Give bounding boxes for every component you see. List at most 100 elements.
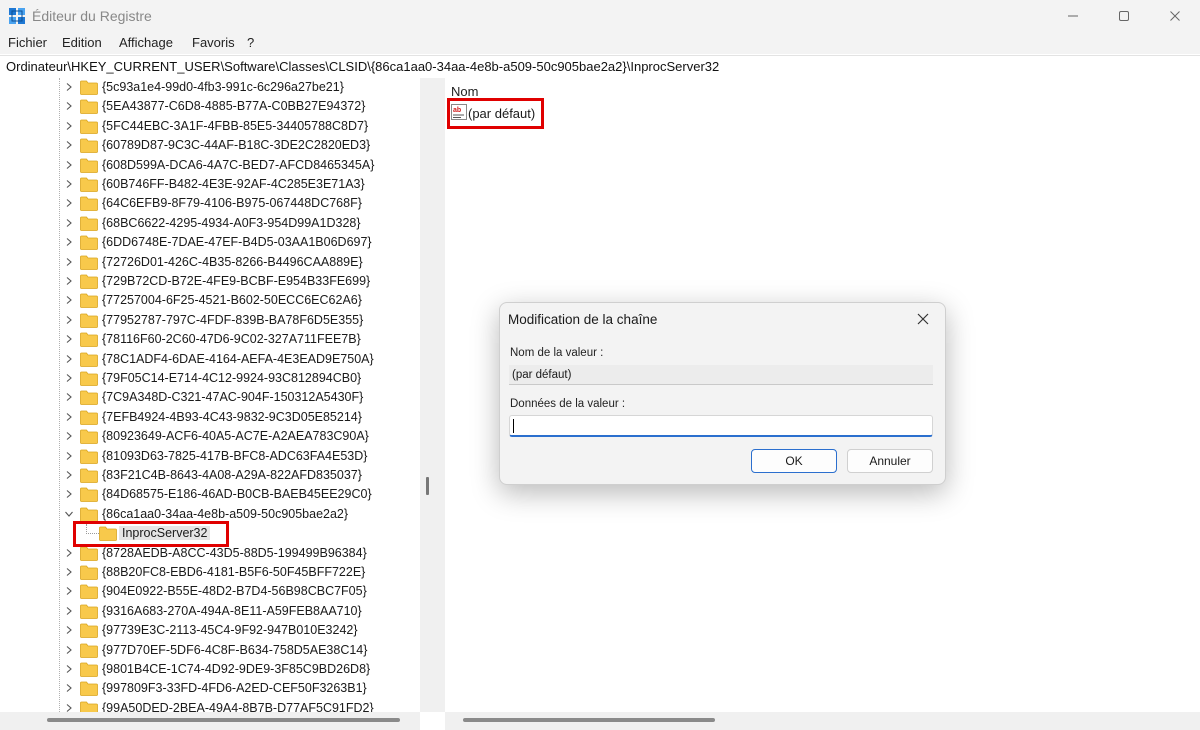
chevron-right-icon[interactable]: [64, 625, 74, 635]
menu-help[interactable]: ?: [247, 35, 254, 50]
chevron-right-icon[interactable]: [64, 451, 74, 461]
tree-item[interactable]: {5FC44EBC-3A1F-4FBB-85E5-34405788C8D7}: [0, 117, 420, 136]
tree-item-label: {9316A683-270A-494A-8E11-A59FEB8AA710}: [102, 603, 362, 618]
chevron-right-icon[interactable]: [64, 82, 74, 92]
tree-item[interactable]: {88B20FC8-EBD6-4181-B5F6-50F45BFF722E}: [0, 563, 420, 582]
minimize-button[interactable]: [1050, 0, 1096, 32]
tree-item[interactable]: {7EFB4924-4B93-4C43-9832-9C3D05E85214}: [0, 408, 420, 427]
tree-item[interactable]: {84D68575-E186-46AD-B0CB-BAEB45EE29C0}: [0, 485, 420, 504]
chevron-right-icon[interactable]: [64, 606, 74, 616]
menu-edition[interactable]: Edition: [62, 35, 102, 50]
tree-item[interactable]: {83F21C4B-8643-4A08-A29A-822AFD835037}: [0, 466, 420, 485]
folder-icon: [80, 449, 98, 464]
tree-item-label: {88B20FC8-EBD6-4181-B5F6-50F45BFF722E}: [102, 565, 366, 579]
tree-item[interactable]: {977D70EF-5DF6-4C8F-B634-758D5AE38C14}: [0, 641, 420, 660]
tree-scroll-thumb[interactable]: [47, 718, 400, 722]
folder-icon: [80, 274, 98, 289]
chevron-right-icon[interactable]: [64, 160, 74, 170]
tree-item[interactable]: {64C6EFB9-8F79-4106-B975-067448DC768F}: [0, 194, 420, 213]
chevron-right-icon[interactable]: [64, 586, 74, 596]
chevron-right-icon[interactable]: [64, 548, 74, 558]
chevron-right-icon[interactable]: [64, 703, 74, 712]
chevron-right-icon[interactable]: [64, 664, 74, 674]
tree-item-label: {99A50DED-2BEA-49A4-8B7B-D77AF5C91FD2}: [102, 700, 374, 712]
folder-icon: [80, 255, 98, 270]
chevron-right-icon[interactable]: [64, 257, 74, 267]
tree-item[interactable]: {6DD6748E-7DAE-47EF-B4D5-03AA1B06D697}: [0, 233, 420, 252]
tree-item[interactable]: {608D599A-DCA6-4A7C-BED7-AFCD8465345A}: [0, 156, 420, 175]
chevron-right-icon[interactable]: [64, 237, 74, 247]
column-header-name[interactable]: Nom: [451, 84, 478, 99]
ok-button[interactable]: OK: [751, 449, 837, 473]
chevron-right-icon[interactable]: [64, 218, 74, 228]
tree-item[interactable]: {5EA43877-C6D8-4885-B77A-C0BB27E94372}: [0, 97, 420, 116]
dialog-close-button[interactable]: [901, 303, 945, 335]
chevron-right-icon[interactable]: [64, 140, 74, 150]
tree-item[interactable]: {729B72CD-B72E-4FE9-BCBF-E954B33FE699}: [0, 272, 420, 291]
tree-item-label: {77952787-797C-4FDF-839B-BA78F6D5E355}: [102, 312, 364, 327]
values-scroll-thumb[interactable]: [463, 718, 715, 722]
chevron-right-icon[interactable]: [64, 354, 74, 364]
folder-icon: [80, 371, 98, 386]
tree-item-label: {904E0922-B55E-48D2-B7D4-56B98CBC7F05}: [102, 584, 367, 599]
tree-item-label: {84D68575-E186-46AD-B0CB-BAEB45EE29C0}: [102, 487, 372, 502]
tree-item-label: {81093D63-7825-417B-BFC8-ADC63FA4E53D}: [102, 448, 368, 463]
folder-icon: [80, 119, 98, 134]
tree-item-label: {5EA43877-C6D8-4885-B77A-C0BB27E94372}: [102, 99, 366, 114]
chevron-right-icon[interactable]: [64, 645, 74, 655]
chevron-right-icon[interactable]: [64, 179, 74, 189]
chevron-right-icon[interactable]: [64, 334, 74, 344]
tree-item[interactable]: {9801B4CE-1C74-4D92-9DE9-3F85C9BD26D8}: [0, 660, 420, 679]
tree-item[interactable]: {7C9A348D-C321-47AC-904F-150312A5430F}: [0, 388, 420, 407]
tree-item[interactable]: {60B746FF-B482-4E3E-92AF-4C285E3E71A3}: [0, 175, 420, 194]
key-tree-pane[interactable]: {5c93a1e4-99d0-4fb3-991c-6c296a27be21} {5…: [0, 78, 420, 712]
address-bar[interactable]: Ordinateur\HKEY_CURRENT_USER\Software\Cl…: [0, 55, 1200, 79]
chevron-right-icon[interactable]: [64, 431, 74, 441]
tree-item[interactable]: {78C1ADF4-6DAE-4164-AEFA-4E3EAD9E750A}: [0, 350, 420, 369]
tree-item[interactable]: {904E0922-B55E-48D2-B7D4-56B98CBC7F05}: [0, 582, 420, 601]
cancel-button[interactable]: Annuler: [847, 449, 933, 473]
value-data-input[interactable]: [509, 415, 933, 437]
chevron-right-icon[interactable]: [64, 683, 74, 693]
close-window-button[interactable]: [1152, 0, 1198, 32]
tree-item[interactable]: {72726D01-426C-4B35-8266-B4496CAA889E}: [0, 253, 420, 272]
chevron-right-icon[interactable]: [64, 276, 74, 286]
folder-icon: [80, 429, 98, 445]
chevron-down-icon[interactable]: [64, 509, 74, 519]
tree-item[interactable]: {99A50DED-2BEA-49A4-8B7B-D77AF5C91FD2}: [0, 699, 420, 712]
chevron-right-icon[interactable]: [64, 295, 74, 305]
pane-splitter[interactable]: [420, 78, 445, 712]
tree-item[interactable]: {60789D87-9C3C-44AF-B18C-3DE2C2820ED3}: [0, 136, 420, 155]
tree-item[interactable]: {97739E3C-2113-45C4-9F92-947B010E3242}: [0, 621, 420, 640]
splitter-grip[interactable]: [426, 477, 429, 495]
chevron-right-icon[interactable]: [64, 392, 74, 402]
tree-item-label: {977D70EF-5DF6-4C8F-B634-758D5AE38C14}: [102, 642, 368, 657]
tree-item[interactable]: {68BC6622-4295-4934-A0F3-954D99A1D328}: [0, 214, 420, 233]
tree-item[interactable]: {77952787-797C-4FDF-839B-BA78F6D5E355}: [0, 311, 420, 330]
tree-item[interactable]: {77257004-6F25-4521-B602-50ECC6EC62A6}: [0, 291, 420, 310]
chevron-right-icon[interactable]: [64, 373, 74, 383]
tree-item[interactable]: {5c93a1e4-99d0-4fb3-991c-6c296a27be21}: [0, 78, 420, 97]
chevron-right-icon[interactable]: [64, 470, 74, 480]
chevron-right-icon[interactable]: [64, 567, 74, 577]
chevron-right-icon[interactable]: [64, 101, 74, 111]
folder-icon: [80, 546, 98, 561]
value-data-label: Données de la valeur :: [510, 398, 626, 410]
menu-fichier[interactable]: Fichier: [8, 35, 47, 50]
tree-item[interactable]: {997809F3-33FD-4FD6-A2ED-CEF50F3263B1}: [0, 679, 420, 698]
chevron-right-icon[interactable]: [64, 121, 74, 131]
tree-item[interactable]: {81093D63-7825-417B-BFC8-ADC63FA4E53D}: [0, 447, 420, 466]
menu-affichage[interactable]: Affichage: [119, 35, 173, 50]
maximize-button[interactable]: [1101, 0, 1147, 32]
chevron-right-icon[interactable]: [64, 198, 74, 208]
window-title: Éditeur du Registre: [32, 8, 152, 24]
tree-item[interactable]: {9316A683-270A-494A-8E11-A59FEB8AA710}: [0, 602, 420, 621]
tree-item[interactable]: {79F05C14-E714-4C12-9924-93C812894CB0}: [0, 369, 420, 388]
tree-item[interactable]: {80923649-ACF6-40A5-AC7E-A2AEA783C90A}: [0, 427, 420, 446]
tree-item-label: {5FC44EBC-3A1F-4FBB-85E5-34405788C8D7}: [102, 118, 369, 133]
chevron-right-icon[interactable]: [64, 412, 74, 422]
chevron-right-icon[interactable]: [64, 489, 74, 499]
chevron-right-icon[interactable]: [64, 315, 74, 325]
tree-item[interactable]: {78116F60-2C60-47D6-9C02-327A711FEE7B}: [0, 330, 420, 349]
menu-favoris[interactable]: Favoris: [192, 35, 235, 50]
